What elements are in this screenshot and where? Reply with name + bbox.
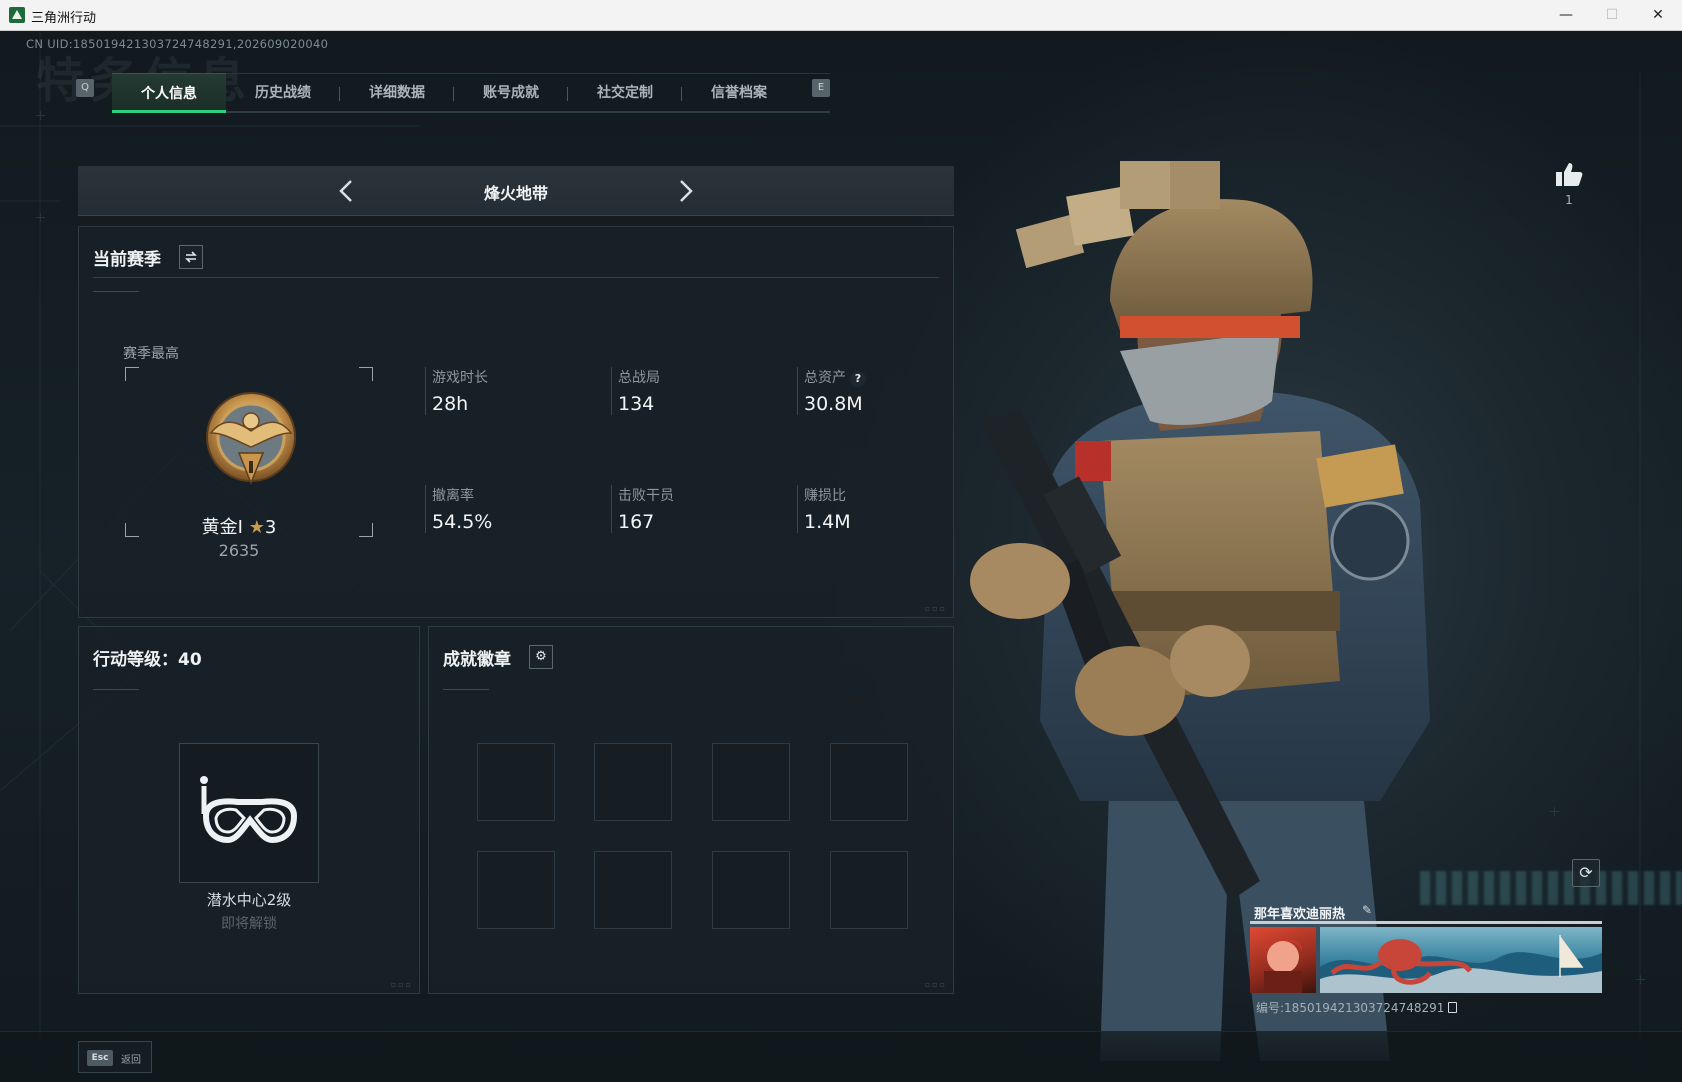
unlock-name: 潜水中心2级 (206, 891, 292, 909)
badges-title: 成就徽章 (443, 650, 511, 670)
gold-rank-emblem-icon (206, 392, 296, 486)
season-best-label: 赛季最高 (123, 346, 179, 362)
mode-title: 烽火地带 (483, 184, 548, 203)
thumbs-up-icon (1556, 163, 1583, 186)
badge-slot[interactable] (712, 851, 790, 929)
chevron-right-icon[interactable] (672, 178, 698, 204)
help-icon[interactable]: ? (850, 371, 866, 387)
close-button[interactable]: ✕ (1635, 0, 1681, 31)
badge-slot[interactable] (830, 743, 908, 821)
badge-slot[interactable] (830, 851, 908, 929)
stat-play-time: 游戏时长 28h (425, 367, 488, 415)
unlock-status: 即将解锁 (221, 916, 277, 932)
achievement-badges-panel: 成就徽章 ⚙ ▫▫▫ (428, 626, 954, 994)
current-season-panel: 当前赛季 赛季最高 黄金I ★3 2635 游戏时长 28h 总战局 134 总… (78, 226, 954, 618)
like-widget[interactable]: 1 (1552, 161, 1586, 221)
uid-line: CN UID:185019421303724748291,20260902004… (26, 37, 329, 51)
minimize-button[interactable]: — (1543, 0, 1589, 31)
maximize-button[interactable]: ☐ (1589, 0, 1635, 31)
tab-detailed-data[interactable]: 详细数据 (340, 73, 454, 113)
back-label: 返回 (121, 1055, 141, 1066)
tab-personal-info[interactable]: 个人信息 (112, 73, 226, 113)
refresh-icon: ⟳ (1579, 863, 1593, 882)
window-title: 三角洲行动 (31, 11, 97, 26)
stat-extraction-rate: 撤离率 54.5% (425, 485, 492, 533)
esc-key-hint: Esc (87, 1050, 113, 1066)
action-level-title: 行动等级：40 (93, 650, 202, 670)
action-level-panel: 行动等级：40 潜水中心2级 即将解锁 ▫▫▫ (78, 626, 420, 994)
tab-account-achievements[interactable]: 账号成就 (454, 73, 568, 113)
edit-name-icon[interactable]: ✎ (1362, 903, 1372, 917)
rank-score: 2635 (218, 541, 260, 560)
bottom-bar (0, 1031, 1682, 1082)
avatar-image (1264, 938, 1302, 993)
diving-mask-icon (200, 776, 298, 844)
tab-social-customization[interactable]: 社交定制 (568, 73, 682, 113)
next-tab-key-hint[interactable]: E (812, 79, 830, 97)
badge-settings-button[interactable]: ⚙ (529, 645, 553, 669)
swap-icon (185, 251, 197, 263)
unlock-preview-card[interactable] (179, 743, 319, 883)
stat-profit-loss-ratio: 赚损比 1.4M (797, 485, 851, 533)
mode-selector: 烽火地带 (78, 166, 954, 216)
rank-name: 黄金I ★3 (201, 517, 277, 538)
player-namecard[interactable]: 那年喜欢迪丽热 ✎ 编号:185019421303724748291 (1250, 903, 1602, 1043)
player-id-line: 编号:185019421303724748291 (1256, 999, 1458, 1016)
refresh-button[interactable]: ⟳ (1572, 859, 1600, 887)
stat-operators-defeated: 击败干员 167 (611, 485, 674, 533)
badge-slot[interactable] (594, 743, 672, 821)
tab-credit-record[interactable]: 信誉档案 (682, 73, 796, 113)
game-viewport: 特务信息 CN UID:185019421303724748291,202609… (0, 31, 1682, 1082)
gear-icon: ⚙ (535, 649, 547, 664)
namecard-banner (1320, 927, 1602, 993)
badge-slot[interactable] (477, 743, 555, 821)
like-count: 1 (1565, 193, 1573, 207)
back-button[interactable]: Esc 返回 (78, 1041, 152, 1073)
player-name: 那年喜欢迪丽热 (1254, 907, 1346, 922)
badge-slot[interactable] (594, 851, 672, 929)
octopus-wave-artwork (1320, 934, 1602, 993)
badge-slot[interactable] (712, 743, 790, 821)
stat-total-assets: 总资产? 30.8M (797, 367, 866, 415)
stat-total-matches: 总战局 134 (611, 367, 660, 415)
copy-icon[interactable] (1448, 1002, 1458, 1013)
switch-season-button[interactable] (179, 245, 203, 269)
player-avatar (1250, 927, 1316, 993)
badge-slot[interactable] (477, 851, 555, 929)
tab-match-history[interactable]: 历史战绩 (226, 73, 340, 113)
prev-tab-key-hint[interactable]: Q (76, 79, 94, 97)
app-logo-icon (9, 7, 25, 23)
season-title: 当前赛季 (93, 250, 161, 270)
star-icon: ★ (248, 517, 265, 538)
window-titlebar: 三角洲行动 — ☐ ✕ (0, 0, 1682, 31)
